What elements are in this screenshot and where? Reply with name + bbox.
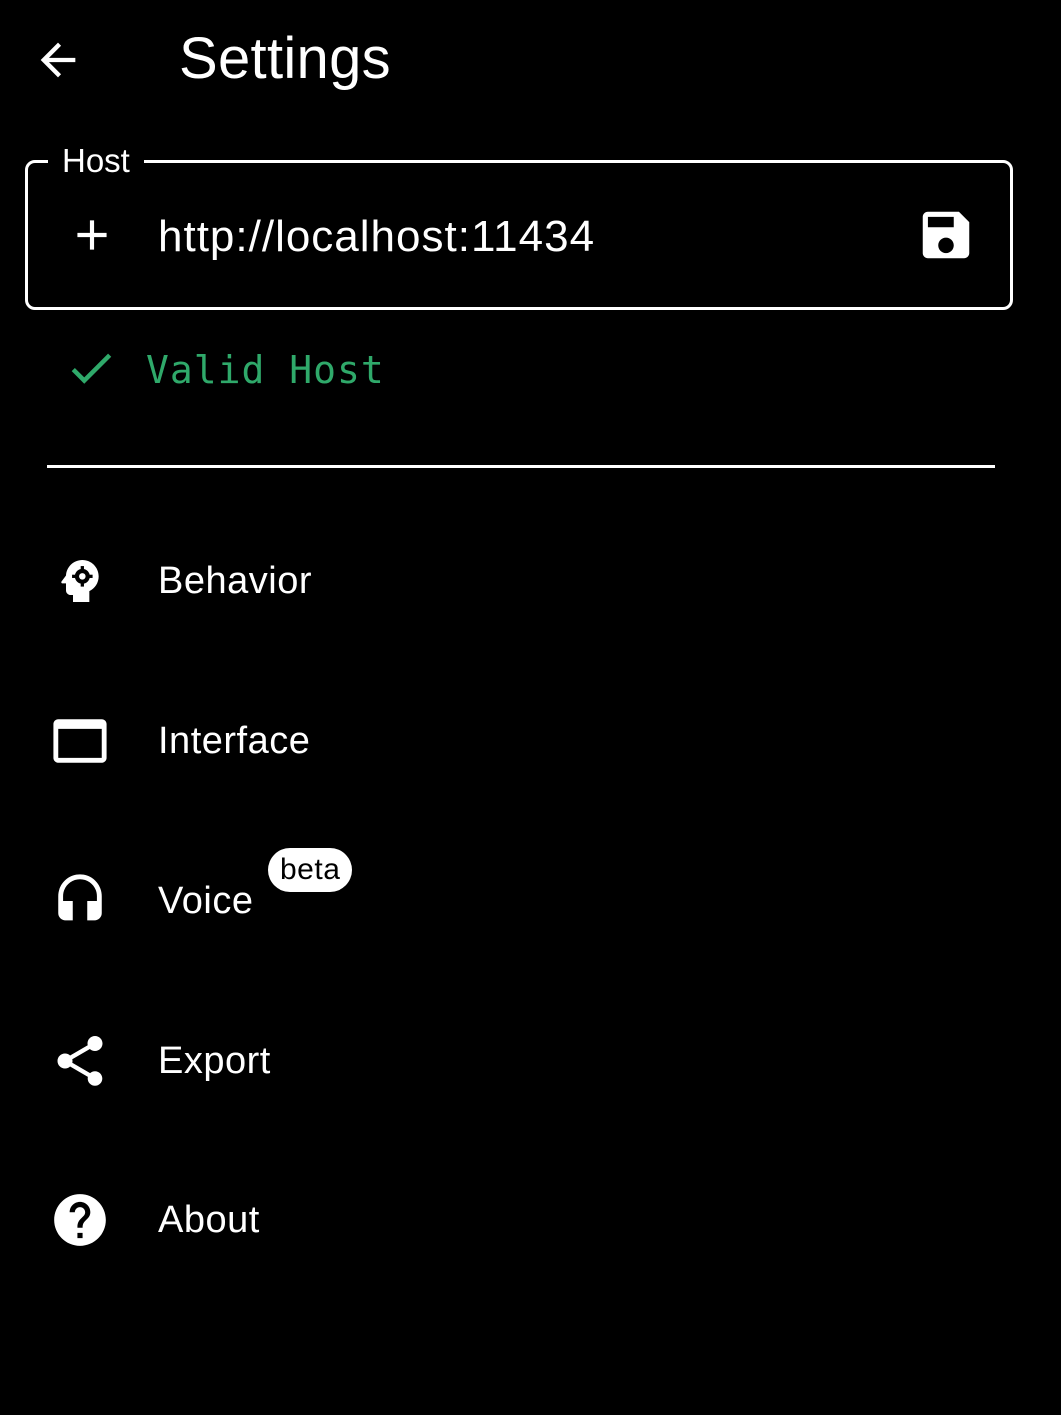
save-icon xyxy=(915,204,977,271)
menu-item-label: Behavior xyxy=(158,560,312,602)
divider xyxy=(47,465,995,468)
plus-icon xyxy=(67,210,117,265)
page-title: Settings xyxy=(179,26,391,91)
back-button[interactable] xyxy=(22,26,94,98)
menu-item-voice[interactable]: Voice beta xyxy=(0,836,1061,966)
host-status-text: Valid Host xyxy=(146,348,385,392)
menu-item-label: Export xyxy=(158,1040,271,1082)
menu-item-label: About xyxy=(158,1199,260,1241)
arrow-back-icon xyxy=(32,34,84,91)
host-input[interactable] xyxy=(158,205,898,269)
headphones-icon xyxy=(48,869,112,933)
menu-item-export[interactable]: Export xyxy=(0,996,1061,1126)
add-host-button[interactable] xyxy=(58,203,126,271)
app-bar: Settings xyxy=(0,0,1061,120)
menu-item-label: Interface xyxy=(158,720,311,762)
menu-item-behavior[interactable]: Behavior xyxy=(0,516,1061,646)
beta-badge: beta xyxy=(268,848,353,892)
save-button[interactable] xyxy=(912,203,980,271)
help-icon xyxy=(48,1188,112,1252)
host-field-label: Host xyxy=(48,139,144,183)
menu-item-interface[interactable]: Interface xyxy=(0,676,1061,806)
menu-item-label: Voice xyxy=(158,880,254,922)
host-field: Host xyxy=(25,139,1013,310)
menu-item-about[interactable]: About xyxy=(0,1155,1061,1285)
check-icon xyxy=(64,341,118,400)
window-icon xyxy=(48,709,112,773)
host-status: Valid Host xyxy=(64,340,385,400)
share-icon xyxy=(48,1029,112,1093)
brain-gear-icon xyxy=(48,549,112,613)
